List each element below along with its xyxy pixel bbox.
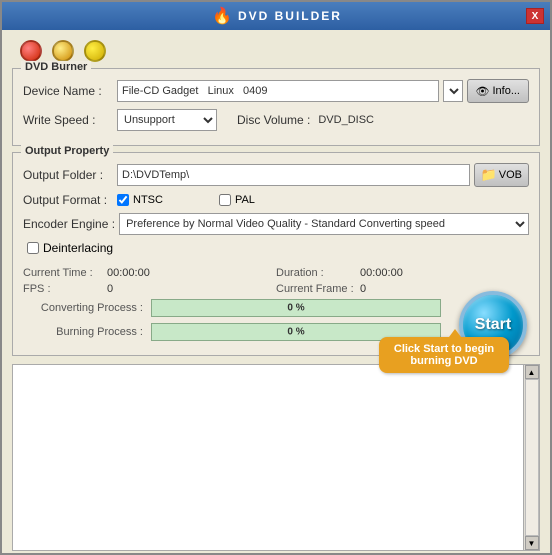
dvd-burner-title: DVD Burner — [21, 61, 91, 73]
stats-row-2: FPS : 0 Current Frame : 0 — [23, 283, 529, 295]
close-button[interactable]: X — [526, 8, 544, 24]
converting-process-row: Converting Process : 0 % — [23, 299, 529, 317]
start-tooltip: Click Start to begin burning DVD — [379, 337, 509, 373]
output-folder-label: Output Folder : — [23, 168, 113, 182]
device-name-label: Device Name : — [23, 84, 113, 98]
device-dropdown[interactable] — [443, 80, 463, 102]
output-folder-row: Output Folder : 📁 VOB — [23, 163, 529, 187]
write-speed-label: Write Speed : — [23, 113, 113, 127]
current-time-value: 00:00:00 — [107, 267, 150, 279]
flame-icon: 🔥 — [212, 6, 232, 26]
encoder-engine-row: Encoder Engine : Preference by Normal Vi… — [23, 213, 529, 235]
device-name-input[interactable] — [117, 80, 439, 102]
main-window: 🔥 DVD BUILDER X DVD Burner Device Name :… — [0, 0, 552, 555]
deinterlacing-checkbox[interactable] — [27, 242, 39, 254]
window-title: DVD BUILDER — [238, 9, 342, 23]
write-speed-row: Write Speed : Unsupport Disc Volume : DV… — [23, 109, 529, 131]
current-time-item: Current Time : 00:00:00 — [23, 267, 276, 279]
duration-value: 00:00:00 — [360, 267, 403, 279]
title-bar: 🔥 DVD BUILDER X — [2, 2, 550, 30]
output-format-label: Output Format : — [23, 193, 113, 207]
scroll-up-arrow[interactable]: ▲ — [525, 365, 539, 379]
disc-volume-label: Disc Volume : — [237, 113, 310, 127]
green-light[interactable] — [84, 40, 106, 62]
disc-volume-value: DVD_DISC — [318, 114, 374, 126]
burning-progress-text: 0 % — [287, 327, 304, 338]
output-folder-input[interactable] — [117, 164, 470, 186]
output-property-section: Output Property Output Folder : 📁 VOB Ou… — [12, 152, 540, 356]
dvd-burner-section: DVD Burner Device Name : 👁 Info... Write… — [12, 68, 540, 146]
eye-icon: 👁 — [476, 85, 490, 98]
converting-progress-text: 0 % — [287, 303, 304, 314]
folder-icon: 📁 — [481, 167, 497, 183]
scroll-track — [525, 379, 539, 536]
yellow-light[interactable] — [52, 40, 74, 62]
ntsc-label[interactable]: NTSC — [117, 194, 163, 206]
pal-checkbox[interactable] — [219, 194, 231, 206]
current-frame-value: 0 — [360, 283, 366, 295]
deinterlacing-row: Deinterlacing — [23, 241, 529, 255]
fps-label: FPS : — [23, 283, 103, 295]
converting-progress-bar: 0 % — [151, 299, 441, 317]
output-format-row: Output Format : NTSC PAL — [23, 193, 529, 207]
encoder-engine-select[interactable]: Preference by Normal Video Quality - Sta… — [119, 213, 529, 235]
info-button[interactable]: 👁 Info... — [467, 79, 530, 103]
pal-label[interactable]: PAL — [219, 194, 255, 206]
converting-process-label: Converting Process : — [23, 302, 143, 314]
duration-label: Duration : — [276, 267, 356, 279]
deinterlacing-label: Deinterlacing — [43, 241, 113, 255]
duration-item: Duration : 00:00:00 — [276, 267, 529, 279]
stats-row-1: Current Time : 00:00:00 Duration : 00:00… — [23, 267, 529, 279]
fps-item: FPS : 0 — [23, 283, 276, 295]
title-bar-center: 🔥 DVD BUILDER — [28, 6, 526, 26]
vob-button[interactable]: 📁 VOB — [474, 163, 529, 187]
scroll-down-arrow[interactable]: ▼ — [525, 536, 539, 550]
write-speed-select[interactable]: Unsupport — [117, 109, 217, 131]
log-box: ▲ ▼ — [12, 364, 540, 551]
device-name-row: Device Name : 👁 Info... — [23, 79, 529, 103]
burning-process-label: Burning Process : — [23, 326, 143, 338]
red-light[interactable] — [20, 40, 42, 62]
encoder-engine-label: Encoder Engine : — [23, 217, 115, 231]
format-checkboxes: NTSC PAL — [117, 194, 255, 206]
ntsc-checkbox[interactable] — [117, 194, 129, 206]
log-scrollbar[interactable]: ▲ ▼ — [523, 365, 539, 550]
current-frame-label: Current Frame : — [276, 283, 356, 295]
output-property-title: Output Property — [21, 145, 113, 157]
current-time-label: Current Time : — [23, 267, 103, 279]
fps-value: 0 — [107, 283, 113, 295]
